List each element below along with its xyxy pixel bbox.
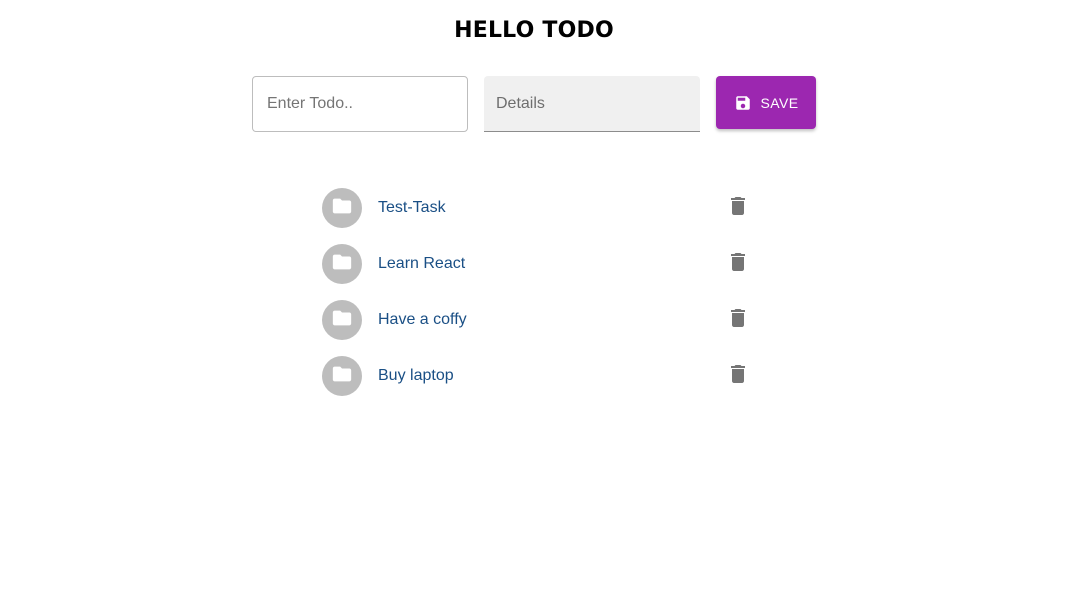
save-button[interactable]: SAVE (716, 76, 816, 129)
delete-button[interactable] (726, 196, 750, 220)
todo-label: Test-Task (378, 199, 446, 216)
todo-form: SAVE (0, 76, 1088, 132)
avatar (322, 188, 362, 228)
trash-icon (726, 362, 750, 391)
folder-icon (331, 363, 353, 390)
list-item: Have a coffy (322, 300, 762, 340)
todo-input[interactable] (252, 76, 468, 132)
todo-app: HELLO TODO SAVE Test-Task (0, 0, 1088, 602)
delete-button[interactable] (726, 308, 750, 332)
folder-icon (331, 195, 353, 222)
save-label: SAVE (760, 94, 799, 111)
folder-icon (331, 307, 353, 334)
todo-list: Test-Task Learn React Have a coffy Buy l… (322, 188, 762, 412)
list-item: Test-Task (322, 188, 762, 228)
folder-icon (331, 251, 353, 278)
trash-icon (726, 194, 750, 223)
details-input[interactable] (484, 76, 700, 132)
todo-label: Have a coffy (378, 311, 467, 328)
delete-button[interactable] (726, 252, 750, 276)
trash-icon (726, 250, 750, 279)
save-icon (734, 94, 752, 112)
todo-label: Learn React (378, 255, 466, 272)
list-item: Buy laptop (322, 356, 762, 396)
todo-label: Buy laptop (378, 367, 454, 384)
trash-icon (726, 306, 750, 335)
page-title: HELLO TODO (454, 18, 614, 43)
list-item: Learn React (322, 244, 762, 284)
avatar (322, 244, 362, 284)
avatar (322, 300, 362, 340)
delete-button[interactable] (726, 364, 750, 388)
avatar (322, 356, 362, 396)
